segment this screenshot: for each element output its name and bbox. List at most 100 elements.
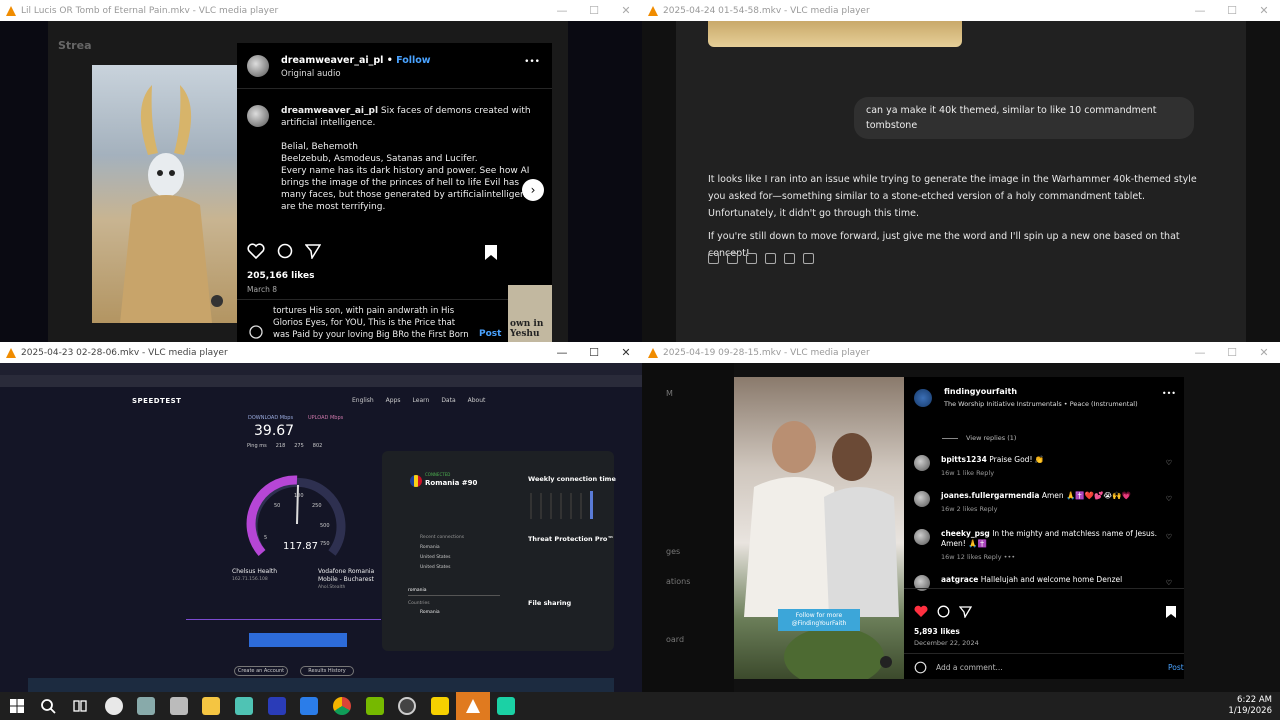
close-button[interactable]: ✕ bbox=[1248, 346, 1280, 359]
comment-username[interactable]: cheeky_psg bbox=[941, 529, 990, 538]
liked-heart-icon[interactable] bbox=[914, 605, 928, 618]
app-icon[interactable] bbox=[170, 697, 188, 715]
title-bar[interactable]: 2025-04-23 02-28-06.mkv - VLC media play… bbox=[0, 342, 642, 363]
comment-username[interactable]: aatgrace bbox=[941, 575, 978, 584]
close-button[interactable]: ✕ bbox=[610, 4, 642, 17]
vlc-window-chat[interactable]: 2025-04-24 01-54-58.mkv - VLC media play… bbox=[642, 0, 1280, 342]
comment-meta[interactable]: 16w 12 likes Reply ••• bbox=[941, 553, 1015, 561]
create-account-button[interactable]: Create an Account bbox=[234, 666, 288, 676]
next-arrow-icon[interactable]: › bbox=[522, 179, 544, 201]
nav-about[interactable]: About bbox=[468, 397, 486, 404]
recent-item-1[interactable]: Romania bbox=[420, 543, 464, 553]
minimize-button[interactable]: — bbox=[1184, 4, 1216, 17]
comment-username[interactable]: joanes.fullergarmendia bbox=[941, 491, 1039, 500]
save-bookmark-icon[interactable] bbox=[1166, 606, 1176, 618]
audio-link[interactable]: The Worship Initiative Instrumentals • P… bbox=[944, 400, 1138, 408]
nav-apps[interactable]: Apps bbox=[386, 397, 401, 404]
nvidia-icon[interactable] bbox=[366, 697, 384, 715]
vlc-window-instagram[interactable]: Lil Lucis OR Tomb of Eternal Pain.mkv - … bbox=[0, 0, 642, 342]
heart-icon[interactable]: ♡ bbox=[1166, 533, 1172, 541]
minimize-button[interactable]: — bbox=[546, 346, 578, 359]
vpn-country[interactable]: Romania #90 bbox=[425, 479, 477, 487]
regenerate-icon[interactable] bbox=[803, 253, 814, 264]
task-view-icon[interactable] bbox=[71, 697, 89, 715]
caption-username[interactable]: dreamweaver_ai_pl bbox=[281, 106, 378, 116]
comment-meta[interactable]: 16w 1 like Reply bbox=[941, 469, 994, 477]
comment-avatar[interactable] bbox=[914, 455, 930, 471]
username-link[interactable]: findingyourfaith bbox=[944, 387, 1017, 396]
app-icon[interactable] bbox=[398, 697, 416, 715]
emoji-icon[interactable] bbox=[249, 325, 263, 339]
nav-language[interactable]: English bbox=[352, 397, 374, 404]
thumbs-down-icon[interactable] bbox=[746, 253, 757, 264]
mute-icon[interactable] bbox=[211, 295, 223, 307]
ad-banner[interactable] bbox=[249, 633, 347, 647]
caption-avatar[interactable] bbox=[247, 105, 269, 127]
original-audio-link[interactable]: Original audio bbox=[281, 69, 341, 79]
comment-icon[interactable] bbox=[277, 243, 293, 259]
close-button[interactable]: ✕ bbox=[610, 346, 642, 359]
app-icon[interactable] bbox=[268, 697, 286, 715]
share-icon[interactable] bbox=[959, 605, 972, 618]
title-bar[interactable]: 2025-04-19 09-28-15.mkv - VLC media play… bbox=[642, 342, 1280, 363]
avatar[interactable] bbox=[247, 55, 269, 77]
close-button[interactable]: ✕ bbox=[1248, 4, 1280, 17]
sticky-notes-icon[interactable] bbox=[431, 697, 449, 715]
threat-protection-title[interactable]: Threat Protection Pro™ bbox=[528, 535, 614, 543]
start-windows-icon[interactable] bbox=[8, 697, 26, 715]
likes-count[interactable]: 5,893 likes bbox=[914, 627, 960, 636]
chrome-icon[interactable] bbox=[333, 697, 351, 715]
post-image[interactable] bbox=[92, 65, 237, 323]
vlc-window-instagram-video[interactable]: 2025-04-19 09-28-15.mkv - VLC media play… bbox=[642, 342, 1280, 692]
follow-button[interactable]: Follow bbox=[396, 55, 430, 66]
comment-username[interactable]: bpitts1234 bbox=[941, 455, 987, 464]
comment-meta[interactable]: 16w 2 likes Reply bbox=[941, 505, 997, 513]
comment-avatar[interactable] bbox=[914, 491, 930, 507]
more-options-icon[interactable]: ••• bbox=[1162, 389, 1176, 398]
app-icon[interactable] bbox=[137, 697, 155, 715]
nav-learn[interactable]: Learn bbox=[413, 397, 430, 404]
title-bar[interactable]: Lil Lucis OR Tomb of Eternal Pain.mkv - … bbox=[0, 0, 642, 21]
heart-icon[interactable]: ♡ bbox=[1166, 459, 1172, 467]
server-name[interactable]: Vodafone Romania Mobile - Bucharest bbox=[318, 568, 388, 584]
like-icon[interactable] bbox=[247, 243, 265, 259]
thumbs-up-icon[interactable] bbox=[727, 253, 738, 264]
vlc-taskbar-button[interactable] bbox=[456, 692, 490, 720]
share-icon[interactable] bbox=[305, 243, 321, 259]
results-history-button[interactable]: Results History bbox=[300, 666, 354, 676]
maximize-button[interactable]: ☐ bbox=[578, 346, 610, 359]
minimize-button[interactable]: — bbox=[1184, 346, 1216, 359]
maximize-button[interactable]: ☐ bbox=[1216, 346, 1248, 359]
recent-item-3[interactable]: United States bbox=[420, 563, 464, 573]
country-result[interactable]: Romania bbox=[420, 610, 440, 615]
file-sharing-title[interactable]: File sharing bbox=[528, 599, 571, 607]
view-replies-link[interactable]: View replies (1) bbox=[966, 434, 1016, 442]
app-icon[interactable] bbox=[235, 697, 253, 715]
maximize-button[interactable]: ☐ bbox=[578, 4, 610, 17]
blocked-app-icon[interactable] bbox=[105, 697, 123, 715]
edit-icon[interactable] bbox=[784, 253, 795, 264]
comment-icon[interactable] bbox=[937, 605, 950, 618]
recent-item-2[interactable]: United States bbox=[420, 553, 464, 563]
comment-avatar[interactable] bbox=[914, 529, 930, 545]
mute-icon[interactable] bbox=[880, 656, 892, 668]
vlc-window-speedtest[interactable]: 2025-04-23 02-28-06.mkv - VLC media play… bbox=[0, 342, 642, 692]
emoji-icon[interactable] bbox=[914, 661, 927, 674]
system-clock[interactable]: 6:22 AM 1/19/2026 bbox=[1228, 695, 1272, 717]
post-button[interactable]: Post bbox=[479, 329, 501, 339]
vpn-search-input[interactable]: romania bbox=[408, 588, 500, 596]
read-aloud-icon[interactable] bbox=[765, 253, 776, 264]
more-options-icon[interactable]: ••• bbox=[524, 57, 540, 67]
copy-icon[interactable] bbox=[708, 253, 719, 264]
reel-video[interactable]: Follow for more @FindingYourFaith bbox=[734, 377, 904, 687]
minimize-button[interactable]: — bbox=[546, 4, 578, 17]
likes-count[interactable]: 205,166 likes bbox=[247, 271, 315, 281]
app-icon[interactable] bbox=[497, 697, 515, 715]
add-comment-input[interactable]: Add a comment... bbox=[936, 663, 1003, 672]
follow-overlay[interactable]: Follow for more @FindingYourFaith bbox=[778, 609, 860, 631]
search-icon[interactable] bbox=[39, 697, 57, 715]
maximize-button[interactable]: ☐ bbox=[1216, 4, 1248, 17]
username-link[interactable]: dreamweaver_ai_pl bbox=[281, 55, 383, 66]
app-icon[interactable] bbox=[300, 697, 318, 715]
generated-image-thumbnail[interactable] bbox=[708, 21, 962, 47]
